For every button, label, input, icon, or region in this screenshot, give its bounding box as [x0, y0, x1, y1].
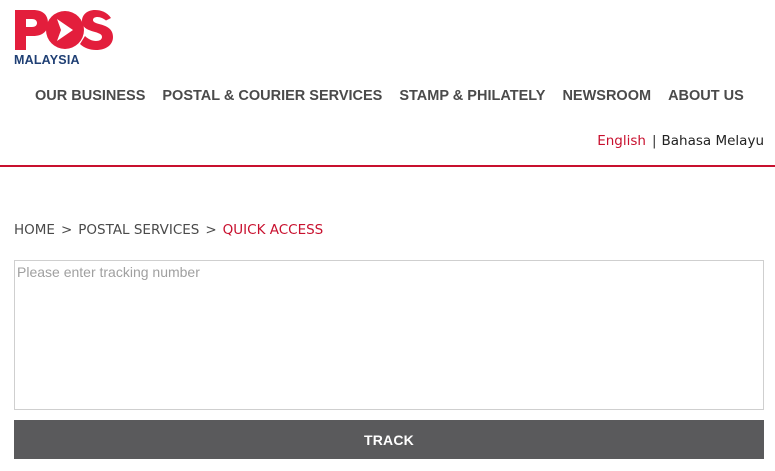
language-switcher: English | Bahasa Melayu — [597, 133, 764, 149]
language-english-link[interactable]: English — [597, 133, 646, 149]
pos-malaysia-logo[interactable]: MALAYSIA — [13, 9, 117, 69]
breadcrumb-postal-services[interactable]: POSTAL SERVICES — [78, 222, 199, 238]
nav-item-stamp-philately[interactable]: STAMP & PHILATELY — [399, 87, 545, 105]
pos-logo-mark — [15, 10, 113, 50]
main-nav: OUR BUSINESS POSTAL & COURIER SERVICES S… — [35, 87, 761, 105]
header-divider — [0, 165, 775, 167]
page: MALAYSIA OUR BUSINESS POSTAL & COURIER S… — [0, 0, 775, 471]
track-button[interactable]: TRACK — [14, 420, 764, 459]
breadcrumb-separator: > — [60, 222, 73, 238]
language-malay-link[interactable]: Bahasa Melayu — [662, 133, 764, 149]
breadcrumb-home[interactable]: HOME — [14, 222, 55, 238]
logo-subtext: MALAYSIA — [14, 53, 80, 67]
nav-item-our-business[interactable]: OUR BUSINESS — [35, 87, 145, 105]
nav-item-about-us[interactable]: ABOUT US — [668, 87, 744, 105]
breadcrumb-separator: > — [205, 222, 217, 238]
breadcrumb-current-page: QUICK ACCESS — [222, 222, 324, 238]
breadcrumb: HOME > POSTAL SERVICES > QUICK ACCESS — [14, 222, 323, 238]
tracking-number-input[interactable] — [14, 260, 764, 410]
nav-item-postal-courier-services[interactable]: POSTAL & COURIER SERVICES — [162, 87, 382, 105]
language-separator: | — [651, 133, 657, 149]
nav-item-newsroom[interactable]: NEWSROOM — [562, 87, 651, 105]
